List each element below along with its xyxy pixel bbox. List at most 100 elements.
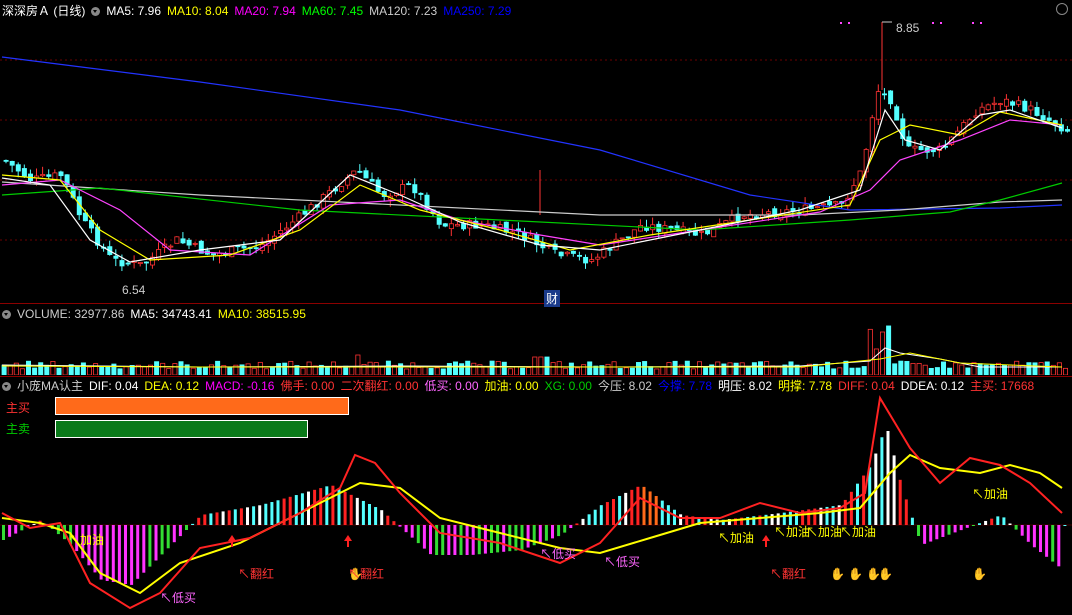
macd-bar [374,507,378,525]
indicator-header: 小庞MA认主 DIF: 0.04 DEA: 0.12 MACD: -0.16 佛手: 0… [2,378,1046,394]
volume-bar [684,360,690,375]
volume-bar [629,367,635,375]
volume-bar [257,361,263,375]
macd-bar [1008,523,1012,525]
candle-body [625,236,631,239]
macd-bar [996,516,1000,525]
signal-marker-5 [980,22,982,24]
macd-bar [648,491,652,525]
volume-bar [745,367,751,375]
volume-bar [465,360,471,375]
volume-bar [1032,362,1038,375]
indicator-value-7: 加油: 0.00 [484,379,539,393]
indicator-value-12: 明撑: 7.78 [778,379,833,393]
volume-bar [587,361,593,375]
macd-bar [8,525,12,537]
candle-body [583,256,589,264]
volume-bar [440,368,446,375]
macd-bar [20,525,24,531]
macd-bar [605,502,609,525]
volume-bar [269,367,275,375]
macd-bar [239,508,243,525]
candle-body [619,237,625,240]
macd-bar [117,525,121,583]
volume-bar [880,331,886,375]
volume-value-2: MA10: 38515.95 [217,307,306,321]
main-buy-bar [55,397,349,415]
candle-body [912,145,918,149]
hand-icon-2: ✋ [848,567,863,581]
signal-marker-0 [840,22,842,24]
macd-bar [593,509,597,525]
candle-body [503,221,509,233]
volume-settings-icon[interactable] [2,310,11,319]
volume-bar [751,362,757,375]
volume-bar [422,366,428,375]
macd-bar [105,525,109,581]
indicator-value-4: 佛手: 0.00 [280,379,335,393]
volume-bar [672,360,678,375]
macd-bar [496,525,500,553]
indicator-value-5: 二次翻红: 0.00 [340,379,419,393]
candle-body [1065,129,1071,132]
volume-bar [324,366,330,375]
finance-event-label[interactable]: 财 [544,290,561,307]
volume-bar [886,325,892,375]
macd-bar [660,500,664,525]
candle-body [40,174,46,177]
candle-body [699,230,705,233]
indicator-settings-icon[interactable] [2,382,11,391]
candle-body [241,245,247,249]
volume-bar [245,363,251,375]
macd-bar [544,525,548,541]
macd-bar [258,505,262,525]
indicator-value-6: 低买: 0.00 [424,379,479,393]
candle-body [442,223,448,227]
volume-bar [660,366,666,375]
volume-bar [190,367,196,375]
macd-bar [355,497,359,525]
volume-bar [989,363,995,375]
macd-bar [392,521,396,525]
volume-bar [733,362,739,375]
volume-chart[interactable] [0,323,1072,375]
candlestick-chart[interactable] [0,0,1072,300]
macd-bar [929,525,933,542]
indicator-value-8: XG: 0.00 [544,379,592,393]
volume-bar [337,367,343,375]
volume-bar [758,361,764,375]
candle-body [296,212,302,222]
macd-bar [679,514,683,525]
volume-bar [178,361,184,375]
volume-bar [282,362,288,375]
macd-bar [349,494,353,525]
macd-bar [288,496,292,525]
volume-bar [452,361,458,375]
volume-bar [117,368,123,375]
volume-bar [941,361,947,375]
candle-body [351,170,357,176]
macd-bar [154,525,158,561]
signal-annotation-0: ↖加油 [68,533,105,547]
ma120-line [1,181,1063,216]
candle-body [448,223,454,230]
volume-bar [32,367,38,375]
volume-bar [1014,360,1020,375]
volume-bar [995,362,1001,375]
volume-bar [538,356,544,375]
volume-bar [367,361,373,375]
candle-body [894,106,900,121]
volume-bar [526,367,532,375]
macd-bar [551,525,554,539]
volume-bar [141,366,147,375]
volume-bar [648,366,654,375]
macd-bar [971,525,975,526]
candle-body [21,168,27,177]
volume-bar [507,368,513,375]
candle-body [631,229,637,238]
macd-bar [1039,525,1042,553]
indicator-value-2: DEA: 0.12 [144,379,200,393]
macd-bar [447,525,451,555]
candle-body [558,251,564,257]
volume-bar [721,363,727,375]
